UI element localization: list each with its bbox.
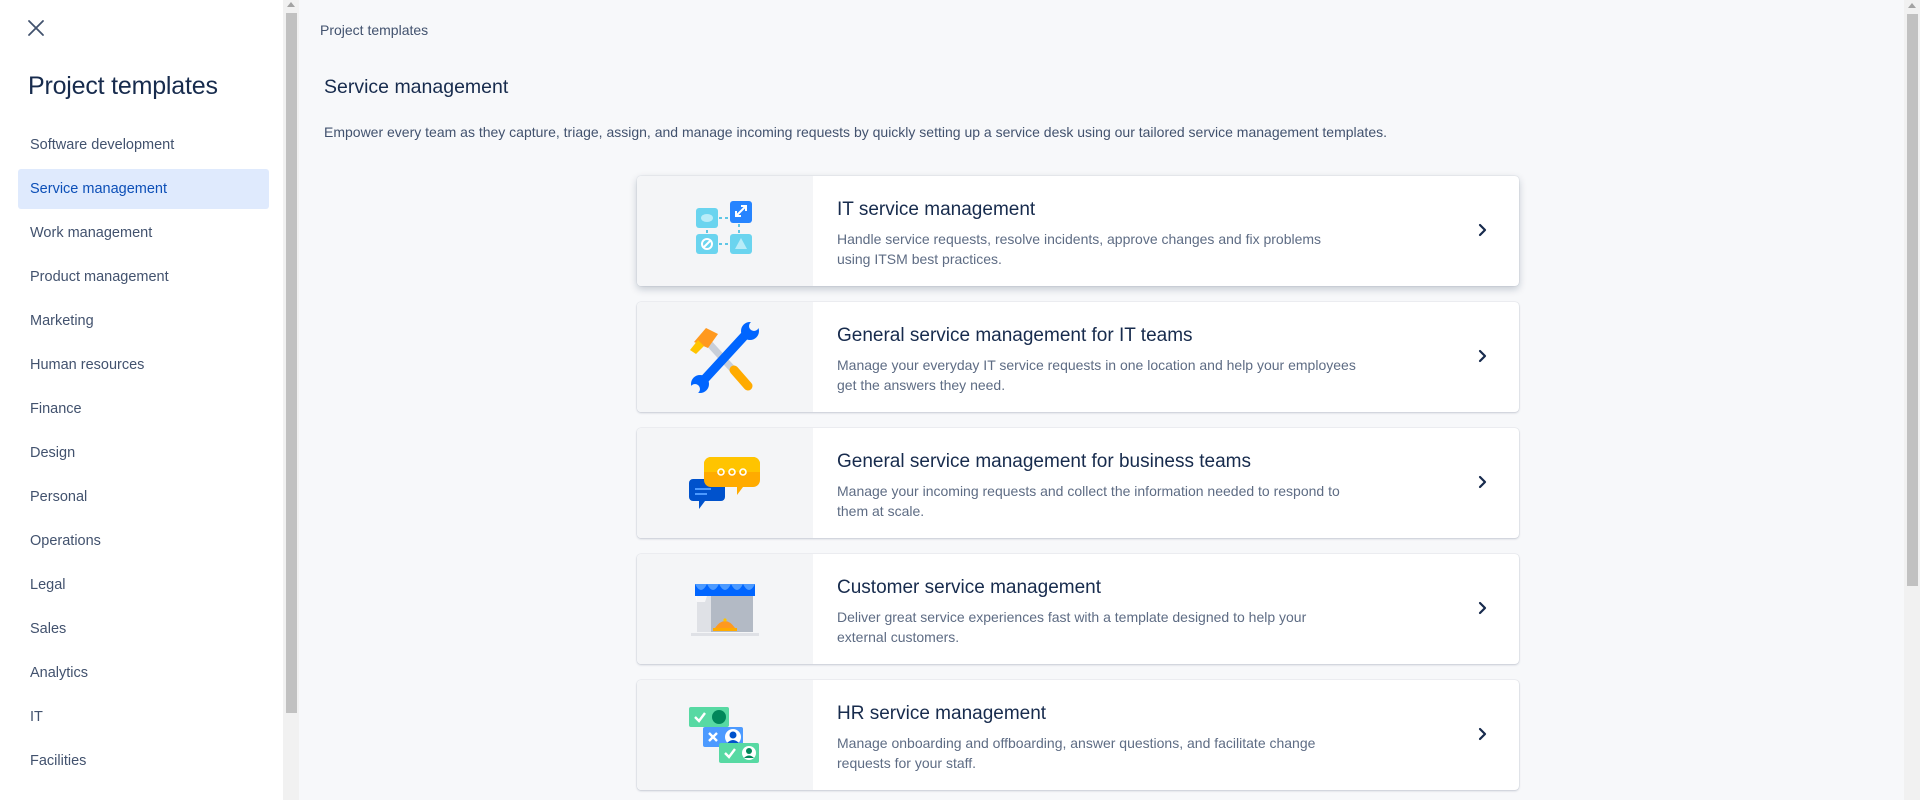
- template-card-general-service-business-teams[interactable]: General service management for business …: [637, 428, 1519, 538]
- page-title: Service management: [324, 76, 509, 98]
- main-scrollbar-thumb[interactable]: [1907, 14, 1918, 586]
- sidebar-item-service-management[interactable]: Service management: [18, 169, 269, 209]
- card-illustration: [637, 176, 813, 286]
- page-description: Empower every team as they capture, tria…: [324, 124, 1387, 140]
- people-cards-icon: [689, 707, 759, 763]
- sidebar-title: Project templates: [28, 72, 218, 100]
- card-description: Manage onboarding and offboarding, answe…: [837, 735, 1316, 771]
- card-illustration: [637, 302, 813, 412]
- chevron-right-icon: [1473, 472, 1493, 492]
- card-description: Manage your incoming requests and collec…: [837, 483, 1340, 519]
- template-card-it-service-management[interactable]: IT service management Handle service req…: [637, 176, 1519, 286]
- template-card-general-service-it-teams[interactable]: General service management for IT teams …: [637, 302, 1519, 412]
- card-title: Customer service management: [837, 577, 1101, 598]
- card-title: IT service management: [837, 199, 1036, 220]
- chevron-right-icon: [1473, 724, 1493, 744]
- chevron-right-icon: [1473, 346, 1493, 366]
- card-body: Customer service management Deliver grea…: [813, 554, 1519, 664]
- card-description: Handle service requests, resolve inciden…: [837, 231, 1322, 267]
- template-card-list: IT service management Handle service req…: [637, 176, 1519, 800]
- sidebar-item-finance[interactable]: Finance: [18, 389, 269, 429]
- sidebar-item-operations[interactable]: Operations: [18, 521, 269, 561]
- sidebar-item-work-management[interactable]: Work management: [18, 213, 269, 253]
- wrench-hammer-icon: [690, 321, 759, 394]
- card-title: General service management for IT teams: [837, 325, 1193, 346]
- breadcrumb[interactable]: Project templates: [320, 22, 428, 38]
- sidebar-item-analytics[interactable]: Analytics: [18, 653, 269, 693]
- card-description: Manage your everyday IT service requests…: [837, 357, 1356, 393]
- sidebar-nav: Software development Service management …: [18, 125, 269, 785]
- itsm-flow-icon: [696, 201, 752, 254]
- chevron-right-icon: [1473, 598, 1493, 618]
- sidebar-scrollbar-thumb[interactable]: [286, 13, 297, 713]
- close-button[interactable]: [22, 14, 50, 42]
- sidebar: Project templates Software development S…: [0, 0, 283, 800]
- storefront-bell-icon: [691, 584, 759, 636]
- chevron-right-icon: [1473, 220, 1493, 240]
- sidebar-item-design[interactable]: Design: [18, 433, 269, 473]
- sidebar-item-marketing[interactable]: Marketing: [18, 301, 269, 341]
- card-title: HR service management: [837, 703, 1047, 724]
- sidebar-item-legal[interactable]: Legal: [18, 565, 269, 605]
- sidebar-item-software-development[interactable]: Software development: [18, 125, 269, 165]
- sidebar-item-it[interactable]: IT: [18, 697, 269, 737]
- sidebar-item-product-management[interactable]: Product management: [18, 257, 269, 297]
- sidebar-item-personal[interactable]: Personal: [18, 477, 269, 517]
- template-card-customer-service-management[interactable]: Customer service management Deliver grea…: [637, 554, 1519, 664]
- close-icon: [28, 20, 44, 36]
- card-body: General service management for IT teams …: [813, 302, 1519, 412]
- card-description: Deliver great service experiences fast w…: [837, 609, 1307, 645]
- card-body: IT service management Handle service req…: [813, 176, 1519, 286]
- chat-bubbles-icon: [689, 457, 760, 509]
- card-body: General service management for business …: [813, 428, 1519, 538]
- sidebar-scroll-up-arrow[interactable]: [287, 2, 295, 7]
- card-illustration: [637, 428, 813, 538]
- sidebar-item-facilities[interactable]: Facilities: [18, 741, 269, 781]
- card-title: General service management for business …: [837, 451, 1251, 472]
- card-body: HR service management Manage onboarding …: [813, 680, 1519, 790]
- template-card-hr-service-management[interactable]: HR service management Manage onboarding …: [637, 680, 1519, 790]
- main-content: Project templates Service management Emp…: [299, 0, 1904, 800]
- sidebar-item-human-resources[interactable]: Human resources: [18, 345, 269, 385]
- card-illustration: [637, 554, 813, 664]
- sidebar-item-sales[interactable]: Sales: [18, 609, 269, 649]
- card-illustration: [637, 680, 813, 790]
- main-scroll-up-arrow[interactable]: [1908, 3, 1916, 8]
